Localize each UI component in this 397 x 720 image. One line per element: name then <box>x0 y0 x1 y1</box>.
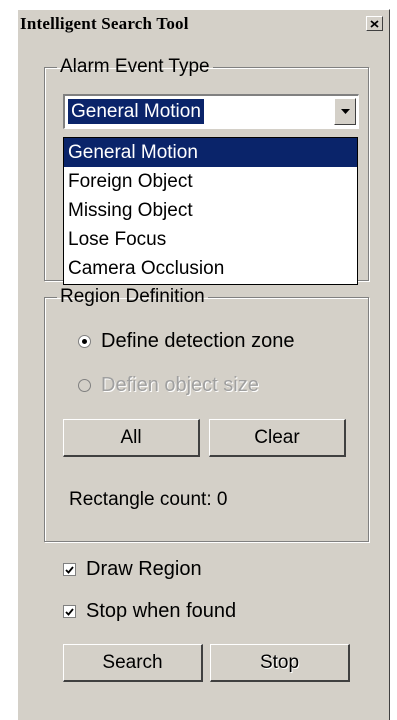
radio-object-size-label: Defien object size <box>101 374 259 396</box>
draw-region-checkbox[interactable] <box>63 563 76 576</box>
radio-button-disabled <box>78 379 91 392</box>
alarm-event-type-legend: Alarm Event Type <box>60 56 210 77</box>
radio-object-size: Defien object size <box>78 374 259 397</box>
dropdown-arrow-button[interactable] <box>334 98 356 125</box>
dropdown-option-missing-object[interactable]: Missing Object <box>64 196 357 225</box>
intelligent-search-window: Intelligent Search Tool Alarm Event Type… <box>17 9 390 720</box>
draw-region-label: Draw Region <box>86 558 202 580</box>
title-bar[interactable]: Intelligent Search Tool <box>18 10 389 38</box>
draw-region-checkbox-row[interactable]: Draw Region <box>63 558 202 581</box>
checkmark-icon <box>65 607 74 616</box>
checkmark-icon <box>65 565 74 574</box>
dropdown-option-camera-occlusion[interactable]: Camera Occlusion <box>64 254 357 283</box>
search-button[interactable]: Search <box>63 644 203 682</box>
chevron-down-icon <box>340 109 350 114</box>
region-definition-legend: Region Definition <box>60 286 205 307</box>
alarm-event-type-select[interactable]: General Motion <box>63 94 359 129</box>
all-button[interactable]: All <box>63 419 200 457</box>
stop-when-found-checkbox[interactable] <box>63 605 76 618</box>
stop-when-found-checkbox-row[interactable]: Stop when found <box>63 600 236 623</box>
stop-button: Stop <box>210 644 350 682</box>
window-title: Intelligent Search Tool <box>20 14 189 33</box>
rectangle-count-label: Rectangle count: 0 <box>69 489 228 510</box>
radio-define-detection-zone[interactable]: Define detection zone <box>78 330 294 353</box>
dropdown-option-general-motion[interactable]: General Motion <box>64 138 357 167</box>
alarm-event-type-selected-value: General Motion <box>68 99 204 124</box>
close-icon <box>370 19 379 28</box>
dropdown-option-lose-focus[interactable]: Lose Focus <box>64 225 357 254</box>
radio-define-detection-zone-label: Define detection zone <box>101 330 295 352</box>
dropdown-option-foreign-object[interactable]: Foreign Object <box>64 167 357 196</box>
alarm-event-type-dropdown-list: General Motion Foreign Object Missing Ob… <box>63 137 358 285</box>
clear-button[interactable]: Clear <box>209 419 346 457</box>
close-button[interactable] <box>366 16 383 31</box>
stop-when-found-label: Stop when found <box>86 600 237 622</box>
radio-button-checked[interactable] <box>78 335 91 348</box>
